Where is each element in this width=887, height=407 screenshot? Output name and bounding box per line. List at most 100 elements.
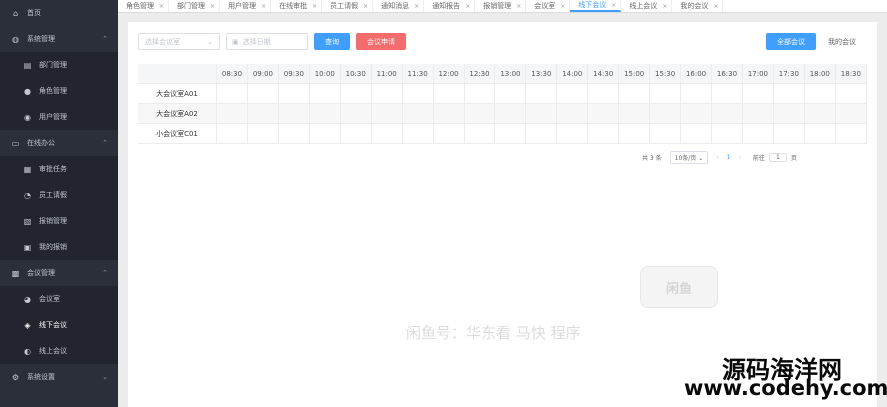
time-slot-cell[interactable] [618,103,651,124]
all-meetings-button[interactable]: 全部会议 [766,33,816,50]
time-slot-cell[interactable] [649,123,682,144]
time-slot-cell[interactable] [525,103,558,124]
time-slot-cell[interactable] [556,123,589,144]
sidebar-item[interactable]: ⌂ 首页 [0,0,118,26]
time-slot-cell[interactable] [680,123,712,144]
time-slot-cell[interactable] [371,103,403,124]
my-meetings-button[interactable]: 我的会议 [822,33,862,50]
sidebar-item[interactable]: ◕ 会议室 [0,286,118,312]
time-slot-cell[interactable] [587,103,620,124]
time-slot-cell[interactable] [804,83,836,104]
time-slot-cell[interactable] [680,83,712,104]
time-slot-cell[interactable] [309,83,341,104]
time-slot-cell[interactable] [835,103,868,124]
time-slot-cell[interactable] [464,83,496,104]
time-slot-cell[interactable] [618,83,651,104]
tab-item[interactable]: 线下会议 × [570,0,622,12]
time-slot-cell[interactable] [402,103,434,124]
time-slot-cell[interactable] [216,123,248,144]
close-icon[interactable]: × [414,3,419,10]
time-slot-cell[interactable] [525,83,558,104]
close-icon[interactable]: × [662,3,667,10]
time-slot-cell[interactable] [309,103,341,124]
time-slot-cell[interactable] [556,83,589,104]
time-slot-cell[interactable] [835,123,868,144]
time-slot-cell[interactable] [371,83,403,104]
time-slot-cell[interactable] [402,83,434,104]
time-slot-cell[interactable] [340,123,372,144]
sidebar-item[interactable]: ▩ 会议管理 ⌃ [0,260,118,286]
time-slot-cell[interactable] [216,103,248,124]
sidebar-item[interactable]: ▦ 审批任务 [0,156,118,182]
time-slot-cell[interactable] [587,83,620,104]
tab-item[interactable]: 报销管理 × [475,0,527,12]
close-icon[interactable]: × [516,3,521,10]
time-slot-cell[interactable] [433,83,465,104]
page-number[interactable]: 1 [727,154,731,161]
time-slot-cell[interactable] [278,83,310,104]
close-icon[interactable]: × [363,3,368,10]
time-slot-cell[interactable] [494,103,527,124]
tab-item[interactable]: 用户管理 × [220,0,272,12]
time-slot-cell[interactable] [649,83,682,104]
tab-item[interactable]: 员工请假 × [322,0,374,12]
time-slot-cell[interactable] [494,83,527,104]
close-icon[interactable]: × [312,3,317,10]
sidebar-item[interactable]: ◔ 员工请假 [0,182,118,208]
time-slot-cell[interactable] [680,103,712,124]
close-icon[interactable]: × [210,3,215,10]
time-slot-cell[interactable] [556,103,589,124]
sidebar-item[interactable]: ◈ 线下会议 [0,312,118,338]
time-slot-cell[interactable] [247,83,279,104]
close-icon[interactable]: × [611,2,616,9]
next-page-button[interactable]: › [739,154,741,161]
sidebar-item[interactable]: ◉ 用户管理 [0,104,118,130]
tab-item[interactable]: 我的会议 × [672,0,724,12]
tab-item[interactable]: 通知报告 × [424,0,476,12]
tab-item[interactable]: 线上会议 × [621,0,673,12]
meeting-apply-button[interactable]: 会议申请 [356,33,406,50]
sidebar-item[interactable]: ▣ 我的报销 [0,234,118,260]
time-slot-cell[interactable] [804,103,836,124]
time-slot-cell[interactable] [835,83,868,104]
time-slot-cell[interactable] [371,123,403,144]
time-slot-cell[interactable] [433,103,465,124]
close-icon[interactable]: × [159,3,164,10]
time-slot-cell[interactable] [742,123,774,144]
time-slot-cell[interactable] [649,103,682,124]
time-slot-cell[interactable] [742,103,774,124]
time-slot-cell[interactable] [773,83,805,104]
time-slot-cell[interactable] [742,83,774,104]
time-slot-cell[interactable] [247,123,279,144]
time-slot-cell[interactable] [711,83,743,104]
sidebar-item[interactable]: ▭ 在线办公 ⌃ [0,130,118,156]
close-icon[interactable]: × [261,3,266,10]
date-picker[interactable]: ▣ 选择日期 [226,33,308,50]
sidebar-item[interactable]: ◐ 线上会议 [0,338,118,364]
time-slot-cell[interactable] [525,123,558,144]
sidebar-item[interactable]: ▤ 部门管理 [0,52,118,78]
tab-item[interactable]: 部门管理 × [169,0,221,12]
prev-page-button[interactable]: ‹ [716,154,718,161]
time-slot-cell[interactable] [278,103,310,124]
tab-item[interactable]: 通知消息 × [373,0,425,12]
time-slot-cell[interactable] [402,123,434,144]
time-slot-cell[interactable] [464,123,496,144]
meeting-room-select[interactable]: 选择会议室 ⌄ [138,33,220,50]
close-icon[interactable]: × [560,3,565,10]
sidebar-item[interactable]: ● 角色管理 [0,78,118,104]
sidebar-item[interactable]: ⚙ 系统设置 ⌄ [0,364,118,390]
close-icon[interactable]: × [713,3,718,10]
page-jump-input[interactable]: 1 [768,152,787,162]
time-slot-cell[interactable] [494,123,527,144]
close-icon[interactable]: × [465,3,470,10]
time-slot-cell[interactable] [309,123,341,144]
time-slot-cell[interactable] [618,123,651,144]
time-slot-cell[interactable] [711,123,743,144]
sidebar-item[interactable]: ◍ 系统管理 ⌃ [0,26,118,52]
time-slot-cell[interactable] [711,103,743,124]
time-slot-cell[interactable] [340,103,372,124]
time-slot-cell[interactable] [278,123,310,144]
tab-item[interactable]: 角色管理 × [118,0,170,12]
tab-item[interactable]: 在线审批 × [271,0,323,12]
